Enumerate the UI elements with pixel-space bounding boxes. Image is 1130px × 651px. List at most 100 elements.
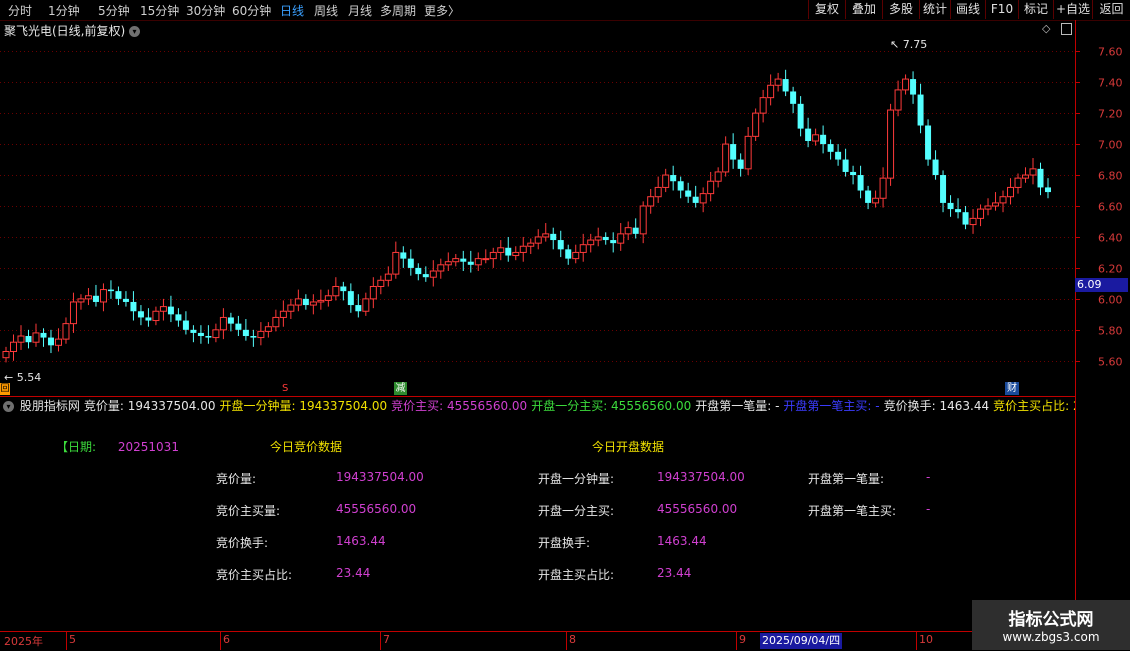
open-volume-value: 194337504.00 <box>657 470 745 484</box>
candle <box>489 247 497 268</box>
draw-line-button[interactable]: 画线 <box>950 0 985 19</box>
candle-body <box>324 295 332 301</box>
date-sep <box>380 632 381 650</box>
candle-body <box>632 227 639 234</box>
candle <box>2 346 10 363</box>
period-tab-60min[interactable]: 60分钟 <box>232 2 271 19</box>
panel-right-border <box>1075 397 1076 631</box>
open-header: 今日开盘数据 <box>592 440 665 454</box>
candle <box>752 108 760 141</box>
candle-body <box>579 244 587 253</box>
candle <box>865 185 872 210</box>
f10-button[interactable]: F10 <box>985 0 1018 19</box>
candle-body <box>317 299 325 303</box>
candle <box>767 74 775 106</box>
candle-body <box>820 134 827 145</box>
candle-body <box>362 298 370 312</box>
candle-body <box>1014 177 1022 188</box>
candle-body <box>610 240 617 244</box>
candle <box>1007 178 1015 205</box>
candle-body <box>84 295 92 300</box>
period-tab-monthly[interactable]: 月线 <box>348 2 372 19</box>
overlay-button[interactable]: 叠加 <box>845 0 882 19</box>
candle-body <box>175 314 182 321</box>
candle-body <box>444 261 452 266</box>
candle-body <box>812 134 820 142</box>
candle-body <box>902 78 910 91</box>
period-tab-multi[interactable]: 多周期 <box>380 2 416 19</box>
candle-body <box>355 305 362 312</box>
open-turnover-value: 1463.44 <box>657 534 707 548</box>
add-watchlist-button[interactable]: +自选 <box>1053 0 1092 19</box>
back-button[interactable]: 返回 <box>1092 0 1130 19</box>
s-marker[interactable]: S <box>282 383 288 394</box>
multi-stock-button[interactable]: 多股 <box>882 0 919 19</box>
reduce-marker[interactable]: 减 <box>394 382 407 395</box>
candle-body <box>77 298 85 303</box>
candle <box>805 117 812 148</box>
candle-body <box>9 341 17 352</box>
candle <box>369 277 377 309</box>
finance-marker[interactable]: 财 <box>1005 382 1019 395</box>
current-price-tag: 6.09 <box>1075 278 1128 292</box>
period-tab-30min[interactable]: 30分钟 <box>186 2 225 19</box>
period-tab-more[interactable]: 更多〉 <box>424 2 460 19</box>
candle-body <box>347 291 354 306</box>
candle-body <box>805 128 812 141</box>
candle-body <box>519 245 527 253</box>
candle <box>482 249 490 264</box>
high-price-label: ↖ 7.75 <box>890 38 928 51</box>
back-marker[interactable]: 回 <box>0 383 10 395</box>
period-tab-5min[interactable]: 5分钟 <box>98 2 130 19</box>
candle-body <box>227 317 234 324</box>
candle-body <box>835 151 842 160</box>
diamond-icon[interactable]: ◇ <box>1042 22 1050 35</box>
candle-body <box>62 323 70 340</box>
candle-body <box>910 79 917 95</box>
window-icon[interactable] <box>1061 23 1072 35</box>
mark-button[interactable]: 标记 <box>1018 0 1053 19</box>
chevron-down-icon[interactable]: ▾ <box>129 26 141 37</box>
candle <box>77 294 85 310</box>
date-sep <box>736 632 737 650</box>
candle <box>302 294 309 310</box>
date-tick-may: 5 <box>69 633 76 646</box>
candle <box>242 318 249 341</box>
candle <box>850 165 857 185</box>
candle <box>84 288 92 306</box>
adjust-button[interactable]: 复权 <box>808 0 845 19</box>
candle <box>925 119 932 166</box>
candle <box>602 232 609 245</box>
period-tab-daily[interactable]: 日线 <box>280 2 304 19</box>
candle <box>932 150 939 180</box>
candle-body <box>737 159 744 169</box>
candle-body <box>130 301 137 312</box>
candle <box>437 258 445 279</box>
period-tab-weekly[interactable]: 周线 <box>314 2 338 19</box>
auction-turnover-value: 1463.44 <box>336 534 386 548</box>
candle-body <box>505 247 512 256</box>
collapse-icon[interactable]: ▾ <box>3 401 14 412</box>
candle-body <box>774 78 782 86</box>
candle-body <box>1037 168 1044 188</box>
statistics-button[interactable]: 统计 <box>919 0 950 19</box>
period-tab-minute[interactable]: 分时 <box>8 2 32 19</box>
candle-body <box>17 335 25 343</box>
candle <box>910 71 917 104</box>
candle <box>107 280 114 299</box>
candle-body <box>69 301 77 325</box>
candlestick-chart[interactable]: 7.60 7.40 7.20 7.00 6.80 6.60 6.40 6.20 6.00 5.80… <box>0 20 1130 397</box>
candle <box>639 201 647 244</box>
candle <box>122 291 129 307</box>
candle <box>92 284 99 307</box>
auction-ratio-label: 竞价主买占比: <box>216 568 293 582</box>
candle-body <box>1029 168 1037 176</box>
candle <box>212 323 220 343</box>
period-tab-15min[interactable]: 15分钟 <box>140 2 179 19</box>
date-sep <box>566 632 567 650</box>
candle-body <box>99 289 107 303</box>
date-tick-jul: 7 <box>383 633 390 646</box>
first-tick-volume-value: - <box>926 470 931 484</box>
candle <box>1037 162 1044 196</box>
period-tab-1min[interactable]: 1分钟 <box>48 2 80 19</box>
